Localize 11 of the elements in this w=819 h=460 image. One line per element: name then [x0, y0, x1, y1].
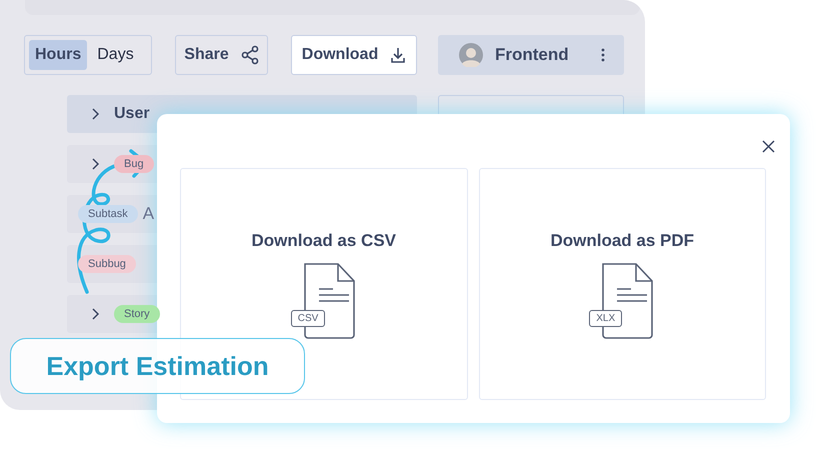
issue-tag: Bug [114, 155, 154, 173]
export-estimation-tooltip: Export Estimation [10, 338, 305, 394]
issue-tag: Subtask [78, 205, 138, 223]
option-title: Download as CSV [251, 231, 396, 251]
file-type-label: CSV [290, 310, 326, 327]
row-title: A [142, 204, 154, 224]
row-title: User [114, 105, 150, 123]
option-title: Download as PDF [550, 231, 694, 251]
issue-tag: Story [114, 305, 160, 323]
issue-tag: Subbug [78, 255, 136, 273]
file-type-label: XLX [589, 310, 622, 327]
